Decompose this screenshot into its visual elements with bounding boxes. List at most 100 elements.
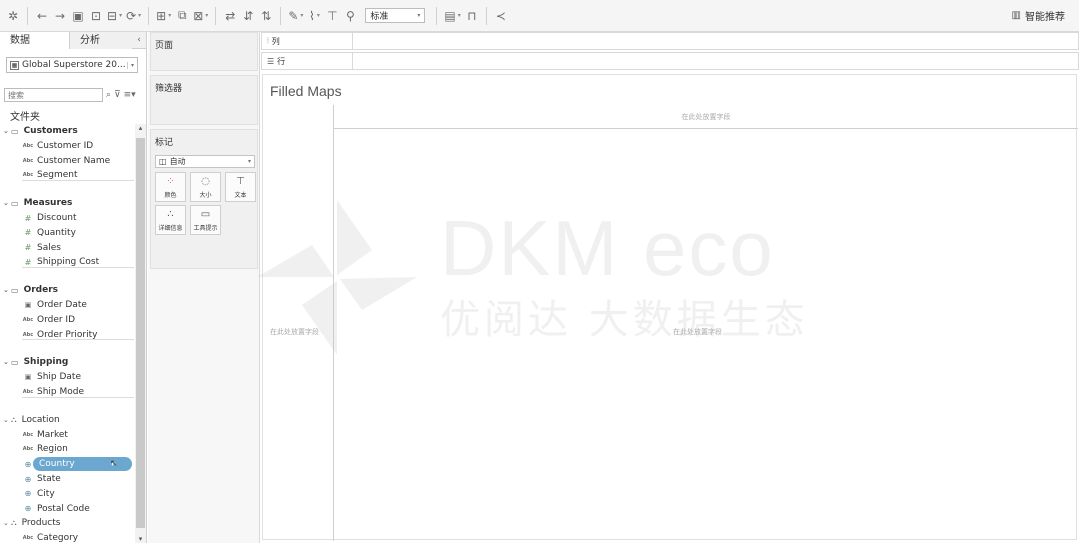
worksheet-canvas[interactable]: Filled Maps 在此处放置字段 在此处放置字段 在此处放置字段	[262, 74, 1078, 541]
folder-products[interactable]: ⌄ ⛬ Products	[3, 516, 60, 530]
field-label: Customer ID	[37, 140, 94, 151]
field-customer-name[interactable]: Abc Customer Name	[22, 154, 110, 168]
chevron-down-icon[interactable]: ⌄	[3, 199, 11, 207]
drop-zone-divider	[333, 105, 334, 541]
scroll-up-icon[interactable]: ▴	[135, 124, 146, 132]
folder-label: Shipping	[23, 357, 69, 368]
toolbar-separator	[280, 6, 282, 25]
clear-sheet-icon[interactable]: ⊠ ▾	[191, 5, 210, 27]
field-quantity[interactable]: # Quantity	[22, 226, 76, 240]
datasource-icon: ▦	[10, 60, 19, 70]
search-icon[interactable]: ⌕	[106, 90, 111, 100]
color-button[interactable]: ⁘ 颜色	[155, 172, 186, 202]
fit-select[interactable]: 标准 ▾	[365, 8, 426, 23]
tableau-logo-icon[interactable]: ✲	[4, 5, 22, 27]
chevron-down-icon: ▾	[417, 12, 421, 19]
chevron-down-icon[interactable]: ⌄	[3, 519, 11, 527]
folder-shipping[interactable]: ⌄ ▭ Shipping	[3, 355, 68, 369]
field-label: Region	[37, 444, 68, 455]
field-region[interactable]: Abc Region	[22, 442, 68, 456]
toolbar-separator	[148, 6, 150, 25]
folder-orders[interactable]: ⌄ ▭ Orders	[3, 283, 58, 297]
mark-type-select[interactable]: ◫ 自动 ▾	[155, 155, 255, 168]
chevron-down-icon[interactable]: ⌄	[3, 127, 11, 135]
drop-field-left[interactable]: 在此处放置字段	[270, 327, 319, 337]
folder-icon: ▭	[11, 285, 19, 295]
group-members-icon[interactable]: ⌇ ▾	[305, 5, 323, 27]
color-label: 颜色	[164, 191, 177, 199]
show-cards-icon[interactable]: ▤ ▾	[442, 5, 462, 27]
view-options-icon[interactable]: ≡▾	[124, 90, 136, 100]
field-label: State	[37, 474, 61, 484]
sheet-title[interactable]: Filled Maps	[270, 83, 342, 99]
field-order-date[interactable]: ▣ Order Date	[22, 298, 87, 312]
highlight-icon[interactable]: ✎ ▾	[286, 5, 305, 27]
drop-field-center[interactable]: 在此处放置字段	[673, 327, 722, 337]
chevron-down-icon[interactable]: ⌄	[3, 286, 11, 294]
chevron-down-icon[interactable]: ⌄	[3, 416, 11, 424]
field-city[interactable]: ⊕ City	[22, 487, 55, 501]
globe-icon: ⊕	[24, 489, 32, 499]
tab-data[interactable]: 数据	[0, 32, 70, 49]
filter-icon[interactable]: ⊽	[114, 90, 121, 100]
group-divider	[22, 267, 134, 269]
scroll-down-icon[interactable]: ▾	[135, 535, 146, 543]
field-customer-id[interactable]: Abc Customer ID	[22, 139, 93, 153]
new-worksheet-icon[interactable]: ⊞ ▾	[154, 5, 173, 27]
field-state[interactable]: ⊕ State	[22, 472, 61, 486]
folder-measures[interactable]: ⌄ ▭ Measures	[3, 196, 72, 210]
pages-card[interactable]: 页面	[150, 32, 258, 71]
tab-analysis[interactable]: 分析	[70, 32, 132, 49]
globe-icon: ⊕	[24, 459, 32, 469]
fix-axes-icon[interactable]: ⚲	[341, 5, 359, 27]
datasource-select[interactable]: ▦ Global Superstore 20... ▾	[6, 57, 138, 73]
redo-icon[interactable]: →	[51, 5, 69, 27]
tree-scrollbar[interactable]: ▴ ▾	[135, 124, 146, 543]
drop-field-top[interactable]: 在此处放置字段	[334, 105, 1078, 129]
field-category[interactable]: Abc Category	[22, 531, 78, 543]
sort-ascending-icon[interactable]: ⇵	[239, 5, 257, 27]
columns-shelf[interactable]: ⦙ 列	[261, 32, 1079, 50]
rows-label: 行	[277, 56, 286, 66]
collapse-pane-icon[interactable]: ‹	[132, 32, 146, 48]
presentation-mode-icon[interactable]: ⊓	[463, 5, 481, 27]
filters-card[interactable]: 筛选器	[150, 75, 258, 125]
save-icon[interactable]: ▣	[69, 5, 87, 27]
field-discount[interactable]: # Discount	[22, 211, 77, 225]
color-icon: ⁘	[166, 175, 175, 187]
search-input[interactable]	[4, 88, 103, 102]
rows-shelf[interactable]: ☰ 行	[261, 52, 1079, 70]
string-type-icon: Abc	[22, 331, 34, 338]
date-type-icon: ▣	[24, 373, 32, 382]
show-mark-labels-icon[interactable]: ⊤	[323, 5, 341, 27]
string-type-icon: Abc	[22, 389, 34, 395]
share-icon[interactable]: ≺	[492, 5, 510, 27]
field-label: Country	[39, 459, 75, 470]
pause-update-icon[interactable]: ⊟ ▾	[105, 5, 124, 27]
detail-button[interactable]: ∴ 详细信息	[155, 205, 186, 235]
folder-customers[interactable]: ⌄ ▭ Customers	[3, 124, 78, 138]
swap-rows-columns-icon[interactable]: ⇄	[221, 5, 239, 27]
new-datasource-icon[interactable]: ⊡	[87, 5, 105, 27]
show-me-button[interactable]: ▥ 智能推荐	[1012, 8, 1065, 23]
undo-icon[interactable]: ←	[33, 5, 51, 27]
field-market[interactable]: Abc Market	[22, 428, 68, 442]
field-country[interactable]: ⊕ Country ▾ ↖	[22, 457, 132, 472]
sort-descending-icon[interactable]: ⇅	[257, 5, 275, 27]
marks-card: 标记 ◫ 自动 ▾ ⁘ 颜色 ◌ 大小 ⊤ 文本 ∴ 详细信息 ▭ 工具提示	[150, 129, 258, 269]
size-button[interactable]: ◌ 大小	[190, 172, 221, 202]
field-postal-code[interactable]: ⊕ Postal Code	[22, 502, 90, 516]
field-sales[interactable]: # Sales	[22, 241, 61, 255]
folder-location[interactable]: ⌄ ⛬ Location	[3, 413, 60, 427]
refresh-icon[interactable]: ⟳ ▾	[124, 5, 143, 27]
field-ship-date[interactable]: ▣ Ship Date	[22, 370, 81, 384]
chevron-down-icon[interactable]: ⌄	[3, 358, 11, 366]
field-order-id[interactable]: Abc Order ID	[22, 313, 75, 327]
duplicate-sheet-icon[interactable]: ⧉	[173, 5, 191, 27]
tooltip-button[interactable]: ▭ 工具提示	[190, 205, 221, 235]
scrollbar-thumb[interactable]	[136, 138, 145, 528]
folder-label: Location	[21, 414, 60, 425]
string-type-icon: Abc	[22, 431, 34, 438]
toolbar: ✲ ← → ▣ ⊡ ⊟ ▾ ⟳ ▾ ⊞ ▾ ⧉ ⊠ ▾ ⇄ ⇵ ⇅ ✎ ▾ ⌇ ▾ ⊤ ⚲ …	[0, 0, 1079, 32]
text-button[interactable]: ⊤ 文本	[225, 172, 256, 202]
